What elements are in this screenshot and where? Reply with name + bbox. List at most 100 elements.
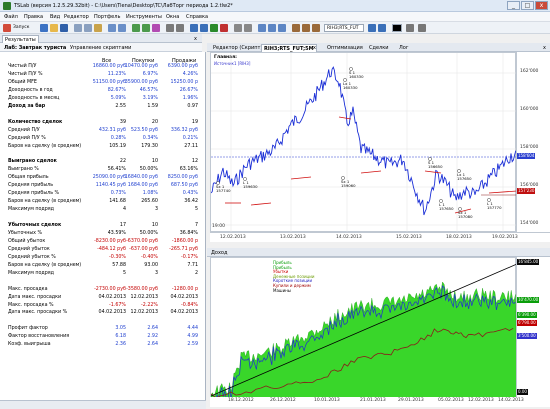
close-window-button[interactable]: x bbox=[535, 1, 548, 10]
zoom-icon[interactable] bbox=[166, 24, 174, 32]
grid-icon[interactable] bbox=[176, 24, 184, 32]
table-row[interactable]: Общий MFE 51150.00 руб 35900.00 руб 15250.0… bbox=[0, 80, 202, 87]
maximize-button[interactable]: □ bbox=[521, 1, 534, 10]
indicator-icon[interactable] bbox=[378, 24, 386, 32]
period-icon[interactable] bbox=[368, 24, 376, 32]
table-row[interactable]: Средний П/У % 0.28% 0.34% 0.21% bbox=[0, 136, 202, 143]
redo-icon[interactable] bbox=[118, 24, 126, 32]
table-row[interactable] bbox=[0, 279, 202, 286]
table-row[interactable] bbox=[0, 151, 202, 158]
symbol-select[interactable]: RIH3;RTS_FUT bbox=[324, 24, 364, 32]
tab-deals[interactable]: Сделки bbox=[367, 44, 391, 52]
table-row[interactable]: Максимум подряд 5 3 2 bbox=[0, 271, 202, 278]
table-row[interactable]: Убыточных % 43.59% 50.00% 36.84% bbox=[0, 231, 202, 238]
close-right-pane[interactable]: x bbox=[541, 44, 548, 52]
table-row[interactable] bbox=[0, 318, 202, 325]
table-row[interactable]: Средняя прибыль % 0.73% 1.08% 0.43% bbox=[0, 191, 202, 198]
table-row[interactable]: Средняя прибыль 1140.45 руб 1684.00 руб 687… bbox=[0, 183, 202, 190]
table-row[interactable]: Макс. просадка -2730.00 руб -3580.00 руб -1… bbox=[0, 287, 202, 294]
settings-icon[interactable] bbox=[418, 24, 426, 32]
minimize-button[interactable]: _ bbox=[507, 1, 520, 10]
table-row[interactable]: Дата макс. просадки 04.02.2013 12.02.2013 0… bbox=[0, 295, 202, 302]
menu-help[interactable]: Справка bbox=[186, 14, 208, 20]
table-row[interactable] bbox=[0, 215, 202, 222]
table-row[interactable]: Доходность в месяц 5.09% 3.19% 1.96% bbox=[0, 96, 202, 103]
table-row[interactable]: Дата макс. просадки % 04.02.2013 12.02.201… bbox=[0, 310, 202, 317]
table-row[interactable]: Средний убыток -484.12 руб -637.00 руб -265… bbox=[0, 247, 202, 254]
table-row[interactable]: Максимум подряд 4 3 5 bbox=[0, 207, 202, 214]
table-row[interactable]: Выиграно % 56.41% 50.00% 63.16% bbox=[0, 167, 202, 174]
scroll-right-icon[interactable] bbox=[244, 24, 252, 32]
play-icon[interactable] bbox=[190, 24, 198, 32]
trade-signal-label: Lx 1 160330 bbox=[343, 81, 358, 90]
table-row[interactable]: Средний убыток % -0.30% -0.40% -0.17% bbox=[0, 255, 202, 262]
open-folder-icon[interactable] bbox=[50, 24, 58, 32]
scroll-left-icon[interactable] bbox=[234, 24, 242, 32]
chart-icon[interactable] bbox=[142, 24, 150, 32]
tab-optimization[interactable]: Оптимизация bbox=[325, 44, 365, 52]
stop-run-icon[interactable] bbox=[220, 24, 228, 32]
menu-editor[interactable]: Редактор bbox=[64, 14, 89, 20]
table-row[interactable]: Фактор восстановления 6.18 2.92 4.99 bbox=[0, 334, 202, 341]
cell-value: 1.59 bbox=[147, 103, 158, 109]
save-icon[interactable] bbox=[60, 24, 68, 32]
hand-icon[interactable] bbox=[268, 24, 276, 32]
menu-view[interactable]: Вид bbox=[50, 14, 60, 20]
stop-icon[interactable] bbox=[3, 24, 11, 32]
menu-file[interactable]: Файл bbox=[4, 14, 18, 20]
line-tool-icon[interactable] bbox=[292, 24, 300, 32]
cursor-icon[interactable] bbox=[258, 24, 266, 32]
cut-icon[interactable] bbox=[74, 24, 82, 32]
menu-edit[interactable]: Правка bbox=[24, 14, 43, 20]
table-row[interactable]: Средний П/У 432.31 руб 523.50 руб 336.32 ру… bbox=[0, 128, 202, 135]
table-row[interactable]: Баров на сделку (в среднем) 105.19 179.30 2… bbox=[0, 144, 202, 151]
properties-icon[interactable] bbox=[152, 24, 160, 32]
price-chart[interactable]: Главная: Источник1 [RIH3] S 1 160330 Lx 1… bbox=[210, 52, 517, 233]
menu-windows[interactable]: Окна bbox=[166, 14, 179, 20]
tab-lab[interactable]: Лаб: Завтрак туриста bbox=[4, 45, 66, 51]
run-label[interactable]: Запуск bbox=[13, 25, 29, 30]
table-row[interactable]: Выиграно сделок 22 10 12 bbox=[0, 159, 202, 166]
menu-portfolio[interactable]: Портфель bbox=[94, 14, 120, 20]
crosshair-icon[interactable] bbox=[278, 24, 286, 32]
table-icon[interactable] bbox=[132, 24, 140, 32]
step-icon[interactable] bbox=[200, 24, 208, 32]
table-row[interactable]: Чистый П/У % 11.23% 6.97% 4.26% bbox=[0, 72, 202, 79]
tab-editor[interactable]: Редактор (Скрипт) bbox=[211, 44, 264, 52]
row-label: Чистый П/У % bbox=[8, 71, 43, 77]
table-row[interactable]: Общий убыток -8230.00 руб -6370.00 руб -186… bbox=[0, 239, 202, 246]
tab-scripts[interactable]: Управление скриптами bbox=[70, 45, 131, 51]
new-icon[interactable] bbox=[40, 24, 48, 32]
table-row[interactable]: Макс. просадка % -1.67% -2.22% -0.84% bbox=[0, 303, 202, 310]
paste-icon[interactable] bbox=[94, 24, 102, 32]
fib-tool-icon[interactable] bbox=[312, 24, 320, 32]
tab-log[interactable]: Лог bbox=[397, 44, 410, 52]
table-row[interactable]: Баров на сделку (в среднем) 141.68 265.60 3… bbox=[0, 199, 202, 206]
table-row[interactable]: Убыточных сделок 17 10 7 bbox=[0, 223, 202, 230]
profit-date-tick: 26.12.2012 bbox=[270, 398, 296, 403]
table-row[interactable]: Чистый П/У 16860.00 руб 10470.00 руб 6390.0… bbox=[0, 64, 202, 71]
run-icon[interactable] bbox=[210, 24, 218, 32]
close-results-tab[interactable]: x bbox=[192, 35, 199, 43]
cell-value: 3.19% bbox=[142, 95, 158, 101]
table-row[interactable]: Баров на сделку (в среднем) 57.88 93.00 7.7… bbox=[0, 263, 202, 270]
table-row[interactable]: Доходность в год 82.67% 46.57% 26.67% bbox=[0, 88, 202, 95]
table-row[interactable]: Количество сделок 39 20 19 bbox=[0, 120, 202, 127]
trend-tool-icon[interactable] bbox=[302, 24, 310, 32]
table-row[interactable]: Доход за бар 2.55 1.59 0.97 bbox=[0, 104, 202, 111]
cell-value: 20 bbox=[151, 119, 158, 125]
table-row[interactable]: Общая прибыль 25090.00 руб 16840.00 руб 825… bbox=[0, 175, 202, 182]
table-row[interactable] bbox=[0, 112, 202, 119]
date-tick-label: 18.02.2013 bbox=[446, 235, 472, 240]
menu-tools[interactable]: Инструменты bbox=[126, 14, 162, 20]
profit-chart[interactable]: Прибыль Прибыль Убытки Денежные позиции Коро… bbox=[210, 257, 517, 398]
table-row[interactable]: Коэф. выигрыша 2.36 2.64 2.59 bbox=[0, 342, 202, 349]
price-axis: 162'000 160'000 158'000 156'000 154'000 158'6… bbox=[516, 52, 550, 232]
table-row[interactable]: Профит фактор 3.05 2.64 4.44 bbox=[0, 326, 202, 333]
undo-icon[interactable] bbox=[108, 24, 116, 32]
color-select[interactable] bbox=[392, 24, 402, 32]
dropdown-icon[interactable] bbox=[406, 24, 414, 32]
current-price-tag: 158'604 bbox=[517, 153, 536, 159]
close-chart-tab[interactable]: x bbox=[311, 44, 318, 52]
copy-icon[interactable] bbox=[84, 24, 92, 32]
